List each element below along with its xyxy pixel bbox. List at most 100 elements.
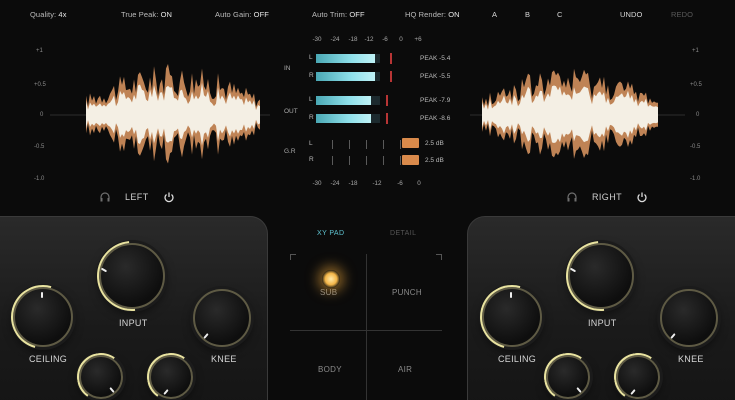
right-knee-knob-ring — [649, 278, 728, 357]
meter-scale-tick: -6 — [397, 180, 403, 187]
in-l-label: L — [309, 54, 313, 61]
out-r-meter — [316, 114, 372, 123]
true-peak-value: ON — [160, 10, 173, 19]
gr-tick — [366, 140, 367, 149]
out-l-peak-marker — [386, 95, 388, 106]
gr-l-value: 2.5 dB — [425, 140, 444, 147]
redo-button[interactable]: REDO — [671, 10, 693, 19]
meter-scale-tick: 0 — [399, 36, 403, 43]
tab-xy-pad[interactable]: XY PAD — [317, 230, 344, 237]
xy-pad-corner — [436, 254, 442, 260]
in-l-meter — [316, 54, 375, 63]
right-channel-label: RIGHT — [592, 192, 622, 202]
true-peak-label: True Peak: — [121, 10, 159, 19]
right-input-knob[interactable] — [551, 226, 651, 326]
xy-pad-handle[interactable] — [322, 270, 340, 288]
preset-c-button[interactable]: C — [557, 10, 563, 19]
left-scale-zero: 0 — [40, 112, 44, 118]
left-knee-knob[interactable] — [193, 289, 251, 347]
xy-quadrant-air: AIR — [398, 365, 413, 374]
hq-render-value: ON — [448, 10, 460, 19]
true-peak-setting[interactable]: True Peak: ON — [121, 10, 172, 19]
auto-gain-setting[interactable]: Auto Gain: OFF — [215, 10, 269, 19]
quality-setting[interactable]: Quality: 4x — [30, 10, 67, 19]
in-l-peak-readout: PEAK -5.4 — [420, 55, 451, 62]
headphones-icon[interactable] — [566, 191, 578, 203]
xy-pad[interactable]: SUB PUNCH BODY AIR — [290, 254, 442, 400]
meter-scale-tick: -18 — [348, 180, 358, 187]
left-waveform: +1 +0.5 0 -0.5 -1.0 — [30, 40, 270, 188]
meter-scale-tick: -12 — [372, 180, 382, 187]
right-knee-knob[interactable] — [660, 289, 718, 347]
out-group-label: OUT — [284, 108, 298, 115]
left-small-knob-2-ring — [143, 349, 199, 400]
right-scale-plus1: +1 — [692, 48, 699, 54]
gr-tick — [383, 156, 384, 165]
right-ceiling-knob[interactable] — [468, 273, 556, 361]
preset-b-button[interactable]: B — [525, 10, 530, 19]
meter-scale-tick: -30 — [312, 36, 322, 43]
left-small-knob-2[interactable] — [143, 349, 199, 400]
left-knee-label: KNEE — [211, 354, 237, 364]
power-icon[interactable] — [636, 191, 648, 203]
auto-gain-value: OFF — [253, 10, 269, 19]
hq-render-label: HQ Render: — [405, 10, 447, 19]
right-small-knob-2[interactable] — [610, 349, 666, 400]
in-l-peak-marker — [390, 53, 392, 64]
gr-r-value: 2.5 dB — [425, 157, 444, 164]
right-small-knob-1-ring — [540, 349, 596, 400]
right-waveform-graphic — [470, 68, 685, 159]
preset-a-button[interactable]: A — [492, 10, 497, 19]
right-scale-minus05: -0.5 — [690, 144, 701, 150]
auto-trim-label: Auto Trim: — [312, 10, 348, 19]
left-ceiling-label: CEILING — [29, 354, 68, 364]
left-ceiling-knob-pointer — [41, 292, 43, 298]
gr-l-indicator — [402, 138, 419, 148]
right-waveform: +1 +0.5 0 -0.5 -1.0 — [470, 40, 710, 188]
left-input-knob-ring — [82, 226, 182, 326]
meter-scale-tick: +6 — [414, 36, 422, 43]
quality-value: 4x — [58, 10, 67, 19]
left-ceiling-knob-ring — [0, 273, 87, 361]
gr-tick — [332, 156, 333, 165]
right-scale-plus05: +0.5 — [690, 82, 702, 88]
right-ceiling-knob-pointer — [510, 292, 512, 298]
left-ceiling-knob[interactable] — [0, 273, 87, 361]
left-input-label: INPUT — [119, 318, 148, 328]
gr-l-label: L — [309, 140, 313, 147]
right-ceiling-knob-ring — [468, 273, 556, 361]
left-knee-knob-ring — [182, 278, 261, 357]
in-r-peak-marker — [390, 71, 392, 82]
tab-detail[interactable]: DETAIL — [390, 230, 416, 237]
left-small-knob-1[interactable] — [73, 349, 129, 400]
hq-render-setting[interactable]: HQ Render: ON — [405, 10, 460, 19]
auto-gain-label: Auto Gain: — [215, 10, 252, 19]
right-channel-controls: RIGHT — [566, 191, 648, 203]
gr-tick — [332, 140, 333, 149]
right-scale-zero: 0 — [696, 112, 700, 118]
in-r-meter — [316, 72, 375, 81]
right-input-label: INPUT — [588, 318, 617, 328]
gr-tick — [400, 140, 401, 149]
gr-group-label: G.R — [284, 148, 296, 155]
left-input-knob[interactable] — [82, 226, 182, 326]
out-l-label: L — [309, 96, 313, 103]
right-small-knob-1[interactable] — [540, 349, 596, 400]
meter-scale-tick: -30 — [312, 180, 322, 187]
right-input-knob-ring — [551, 226, 651, 326]
gr-tick — [366, 156, 367, 165]
in-r-label: R — [309, 72, 314, 79]
left-scale-plus1: +1 — [36, 48, 43, 54]
auto-trim-setting[interactable]: Auto Trim: OFF — [312, 10, 365, 19]
xy-pad-corner — [290, 254, 296, 260]
meter-scale-tick: -24 — [330, 180, 340, 187]
headphones-icon[interactable] — [99, 191, 111, 203]
gr-tick — [400, 156, 401, 165]
xy-quadrant-punch: PUNCH — [392, 288, 422, 297]
undo-button[interactable]: UNDO — [620, 10, 642, 19]
power-icon[interactable] — [163, 191, 175, 203]
out-l-meter — [316, 96, 372, 105]
gr-tick — [383, 140, 384, 149]
right-control-panel: INPUT CEILING KNEE — [467, 216, 735, 400]
left-waveform-graphic — [50, 64, 270, 164]
